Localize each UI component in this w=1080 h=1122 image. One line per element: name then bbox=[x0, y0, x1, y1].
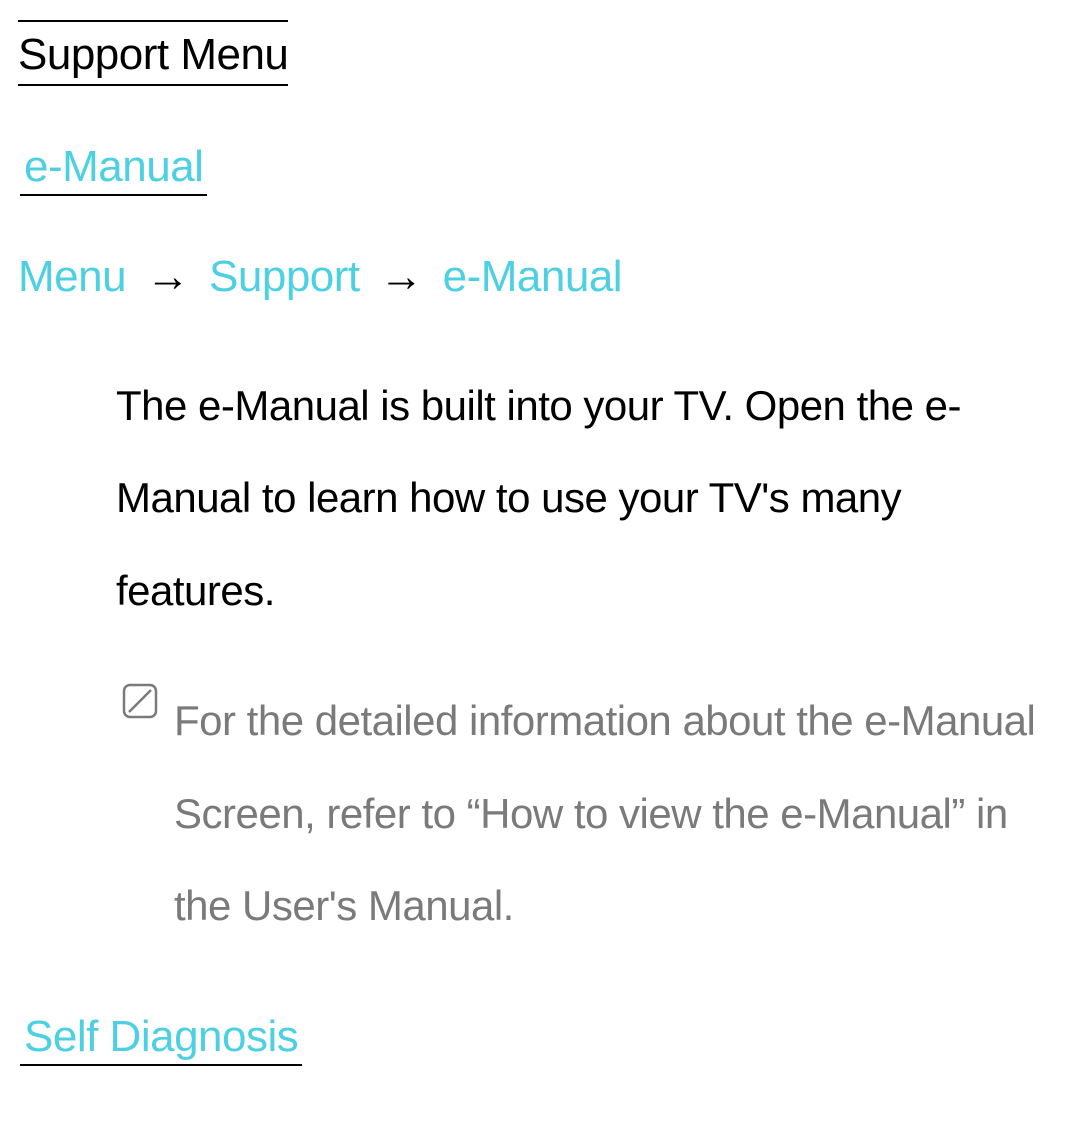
arrow-right-icon: → bbox=[138, 252, 198, 301]
note-block: For the detailed information about the e… bbox=[18, 675, 1062, 952]
note-text: For the detailed information about the e… bbox=[112, 675, 1046, 952]
page-title: Support Menu bbox=[18, 20, 288, 86]
breadcrumb-item-emanual: e-Manual bbox=[443, 252, 622, 301]
breadcrumb: Menu → Support → e-Manual bbox=[18, 252, 1062, 302]
breadcrumb-item-menu: Menu bbox=[18, 252, 126, 301]
section-heading-self-diagnosis: Self Diagnosis bbox=[20, 1012, 302, 1066]
arrow-right-icon: → bbox=[371, 252, 431, 301]
body-block: The e-Manual is built into your TV. Open… bbox=[18, 360, 1062, 637]
section-heading-emanual: e-Manual bbox=[20, 142, 207, 196]
note-icon bbox=[120, 681, 160, 721]
note-text-content: For the detailed information about the e… bbox=[174, 675, 1046, 952]
breadcrumb-item-support: Support bbox=[209, 252, 360, 301]
body-text-emanual: The e-Manual is built into your TV. Open… bbox=[116, 360, 1046, 637]
